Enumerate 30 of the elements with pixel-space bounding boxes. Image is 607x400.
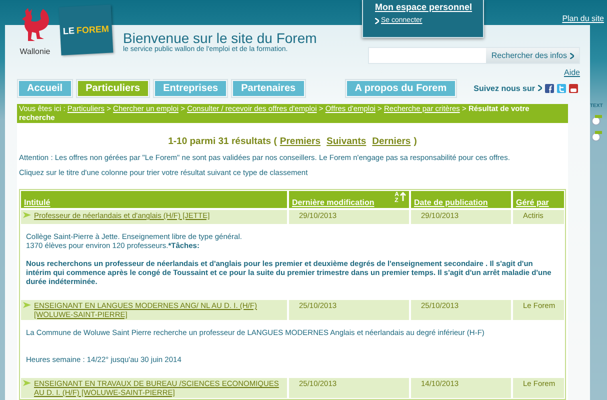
bullet-arrow-icon: [23, 380, 31, 386]
search-field[interactable]: Rechercher des infos: [368, 47, 580, 64]
pagination-link[interactable]: Derniers: [372, 136, 411, 147]
column-header[interactable]: Géré par: [513, 191, 564, 208]
nav-tab[interactable]: Particuliers: [76, 78, 150, 98]
site-map-link[interactable]: Plan du site: [562, 14, 604, 23]
forem-logo: LE FOREM: [58, 4, 114, 56]
follow-us-label: Suivez nous sur: [474, 84, 535, 93]
results-summary: 1-10 parmi 31 résultats (: [168, 136, 277, 147]
account-title-link[interactable]: Mon espace personnel: [375, 2, 471, 12]
youtube-icon[interactable]: [569, 84, 578, 93]
column-header[interactable]: Intitulé: [21, 191, 287, 208]
site-title: Bienvenue sur le site du Forem: [123, 30, 317, 46]
help-link[interactable]: Aide: [564, 68, 580, 77]
nav-tab[interactable]: Entreprises: [153, 78, 228, 98]
nav-tab[interactable]: A propos du Forem: [344, 78, 457, 98]
chevron-icon: [375, 18, 379, 24]
chevron-icon: [538, 85, 542, 92]
pagination-close: ): [414, 136, 417, 147]
nav-tab[interactable]: Partenaires: [231, 78, 306, 98]
nav-tab[interactable]: Accueil: [17, 78, 73, 98]
search-button[interactable]: Rechercher des infos: [486, 48, 579, 63]
pagination-link[interactable]: Suivants: [326, 136, 366, 147]
chevron-icon: [570, 52, 574, 58]
bullet-arrow-icon: [23, 212, 31, 218]
column-header[interactable]: Date de publication: [411, 191, 511, 208]
bullet-arrow-icon: [23, 302, 31, 308]
pagination-link[interactable]: Premiers: [280, 136, 321, 147]
facebook-icon[interactable]: [545, 84, 554, 93]
region-label: Wallonie: [20, 47, 50, 56]
